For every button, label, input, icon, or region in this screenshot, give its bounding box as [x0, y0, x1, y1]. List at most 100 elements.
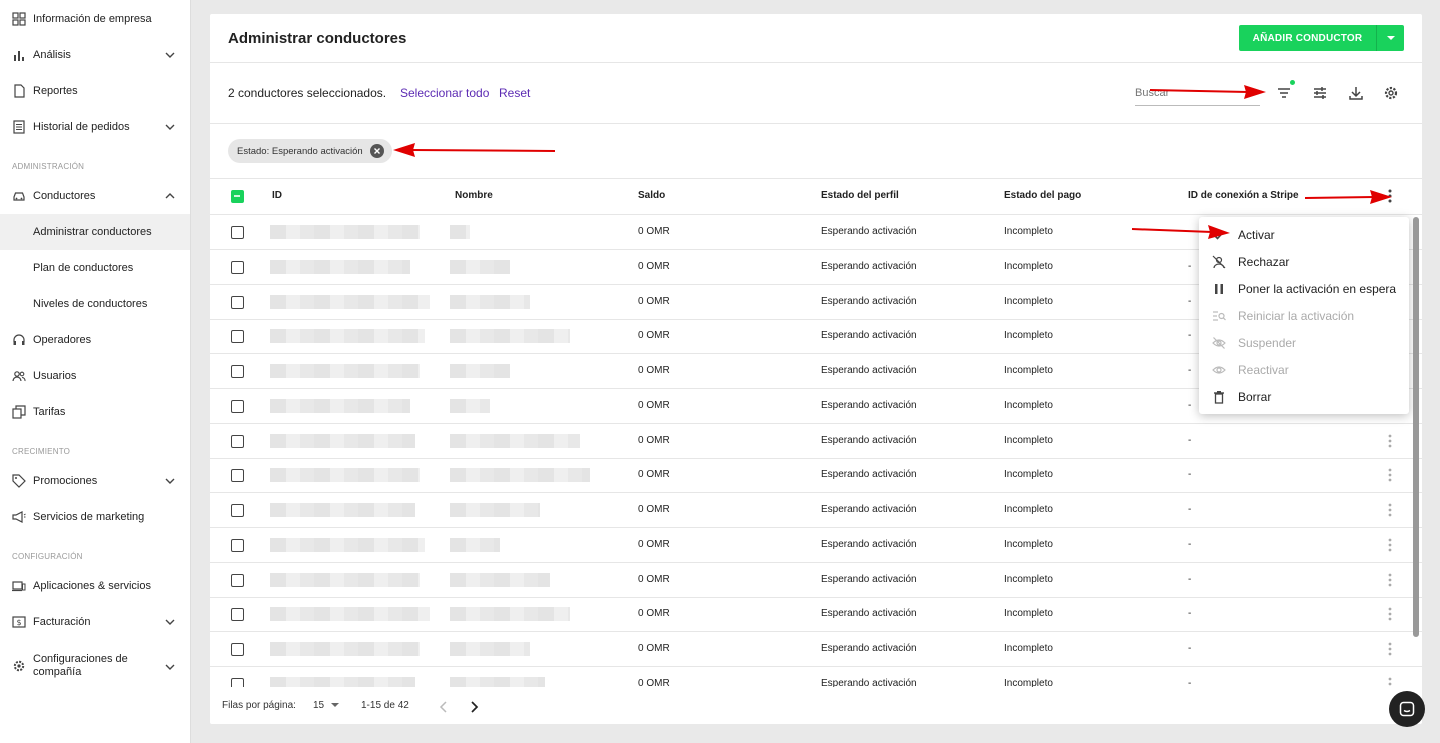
row-checkbox[interactable]: [231, 643, 244, 656]
redacted-id: [270, 503, 415, 517]
check-icon: [1212, 228, 1226, 242]
scrollbar[interactable]: [1413, 217, 1419, 637]
row-checkbox[interactable]: [231, 434, 244, 448]
devices-icon: [12, 579, 26, 593]
chevron-down-icon: [164, 616, 176, 628]
row-checkbox[interactable]: [231, 677, 244, 687]
redacted-id: [270, 329, 425, 344]
sidebar-item-company-info[interactable]: Información de empresa: [0, 1, 190, 37]
row-checkbox[interactable]: [231, 573, 244, 587]
cell-saldo: 0 OMR: [638, 573, 670, 585]
table-row[interactable]: 0 OMR Esperando activación Incompleto -: [210, 424, 1422, 459]
table-row[interactable]: 0 OMR Esperando activación Incompleto -: [210, 458, 1422, 494]
redacted-name: [450, 607, 570, 622]
sidebar-item-plan-conductores[interactable]: Plan de conductores: [0, 250, 190, 286]
rows-per-page-value: 15: [313, 700, 325, 711]
sidebar-item-label: Servicios de marketing: [33, 511, 145, 523]
more-vertical-icon[interactable]: [1385, 537, 1395, 553]
table-row[interactable]: 0 OMR Esperando activación Incompleto -: [210, 667, 1422, 687]
chevron-down-icon[interactable]: [164, 660, 176, 672]
more-vertical-icon[interactable]: [1385, 502, 1395, 518]
bar-chart-icon: [12, 48, 26, 62]
sidebar-item-configuraciones[interactable]: Configuraciones de compañía: [0, 644, 150, 688]
sidebar-item-aplicaciones[interactable]: Aplicaciones & servicios: [0, 568, 190, 604]
redacted-id: [270, 259, 410, 274]
cell-stripe-id: -: [1188, 399, 1192, 411]
sidebar-item-facturacion[interactable]: $ Facturación: [0, 604, 190, 640]
cell-estado-perfil: Esperando activación: [821, 260, 917, 272]
menu-item-activar[interactable]: Activar: [1199, 221, 1409, 248]
table-row[interactable]: 0 OMR Esperando activación Incompleto -: [210, 632, 1422, 667]
menu-item-label: Rechazar: [1238, 254, 1290, 269]
chevron-down-icon: [164, 475, 176, 487]
cell-stripe-id: -: [1188, 434, 1192, 446]
more-vertical-icon[interactable]: [1385, 641, 1395, 657]
cell-saldo: 0 OMR: [638, 469, 670, 481]
sidebar-item-marketing[interactable]: Servicios de marketing: [0, 499, 190, 535]
tag-icon: [12, 474, 26, 488]
menu-item-borrar[interactable]: Borrar: [1199, 383, 1409, 410]
sidebar-item-usuarios[interactable]: Usuarios: [0, 358, 190, 394]
table-row[interactable]: 0 OMR Esperando activación Incompleto -: [210, 597, 1422, 633]
more-vertical-icon[interactable]: [1385, 433, 1395, 449]
table-row[interactable]: 0 OMR Esperando activación Incompleto -: [210, 493, 1422, 528]
table-row[interactable]: 0 OMR Esperando activación Incompleto -: [210, 563, 1422, 598]
document-icon: [12, 84, 26, 98]
row-checkbox[interactable]: [231, 399, 244, 413]
chat-button[interactable]: [1389, 691, 1425, 727]
sidebar-item-administrar-conductores[interactable]: Administrar conductores: [0, 214, 190, 250]
pause-icon: [1212, 282, 1226, 296]
menu-item-rechazar[interactable]: Rechazar: [1199, 248, 1409, 275]
row-checkbox[interactable]: [231, 365, 244, 378]
redacted-name: [450, 572, 550, 587]
cell-estado-perfil: Esperando activación: [821, 504, 917, 515]
trash-icon: [1212, 390, 1226, 404]
more-vertical-icon[interactable]: [1385, 467, 1395, 483]
more-vertical-icon[interactable]: [1385, 606, 1395, 622]
menu-item-suspender[interactable]: Suspender: [1199, 329, 1409, 356]
sidebar-item-label: Conductores: [33, 190, 96, 202]
sidebar-item-niveles-conductores[interactable]: Niveles de conductores: [0, 286, 190, 322]
table-row[interactable]: 0 OMR Esperando activación Incompleto -: [210, 528, 1422, 563]
row-checkbox[interactable]: [231, 469, 244, 483]
more-vertical-icon[interactable]: [1385, 676, 1395, 687]
sidebar-item-analisis[interactable]: Análisis: [0, 37, 190, 73]
redacted-id: [270, 468, 420, 483]
redacted-id: [270, 572, 420, 587]
sidebar-item-label: Aplicaciones & servicios: [33, 580, 151, 592]
row-checkbox[interactable]: [231, 295, 244, 309]
sidebar-item-promociones[interactable]: Promociones: [0, 463, 190, 499]
section-heading-config: CONFIGURACIÓN: [12, 552, 83, 561]
row-checkbox[interactable]: [231, 504, 244, 517]
cell-estado-perfil: Esperando activación: [821, 608, 917, 620]
cell-saldo: 0 OMR: [638, 399, 670, 411]
sidebar-item-reportes[interactable]: Reportes: [0, 73, 190, 109]
chevron-left-icon[interactable]: [439, 700, 449, 718]
sidebar-item-operadores[interactable]: Operadores: [0, 322, 190, 358]
megaphone-icon: [12, 510, 26, 524]
cell-stripe-id: -: [1188, 330, 1192, 342]
sidebar-item-label: Configuraciones de compañía: [33, 653, 128, 678]
row-checkbox[interactable]: [231, 538, 244, 552]
more-vertical-icon[interactable]: [1385, 572, 1395, 588]
row-checkbox[interactable]: [231, 226, 244, 239]
sidebar-item-conductores[interactable]: Conductores: [0, 178, 190, 214]
sidebar-item-tarifas[interactable]: Tarifas: [0, 394, 190, 430]
menu-item-label: Reiniciar la activación: [1238, 308, 1355, 323]
redacted-name: [450, 398, 490, 413]
tariff-icon: [12, 405, 26, 419]
redacted-id: [270, 642, 420, 656]
sidebar-item-label: Facturación: [33, 616, 91, 628]
cell-saldo: 0 OMR: [638, 677, 670, 687]
chevron-right-icon[interactable]: [469, 700, 479, 718]
rows-per-page-select[interactable]: 15: [313, 700, 339, 711]
row-checkbox[interactable]: [231, 260, 244, 274]
row-checkbox[interactable]: [231, 330, 244, 344]
car-icon: [12, 189, 26, 203]
sidebar-item-historial[interactable]: Historial de pedidos: [0, 109, 190, 145]
row-checkbox[interactable]: [231, 608, 244, 622]
menu-item-reactivar[interactable]: Reactivar: [1199, 356, 1409, 383]
menu-item-poner-en-espera[interactable]: Poner la activación en espera: [1199, 275, 1409, 302]
menu-item-reiniciar[interactable]: Reiniciar la activación: [1199, 302, 1409, 329]
cell-estado-pago: Incompleto: [1004, 469, 1053, 481]
